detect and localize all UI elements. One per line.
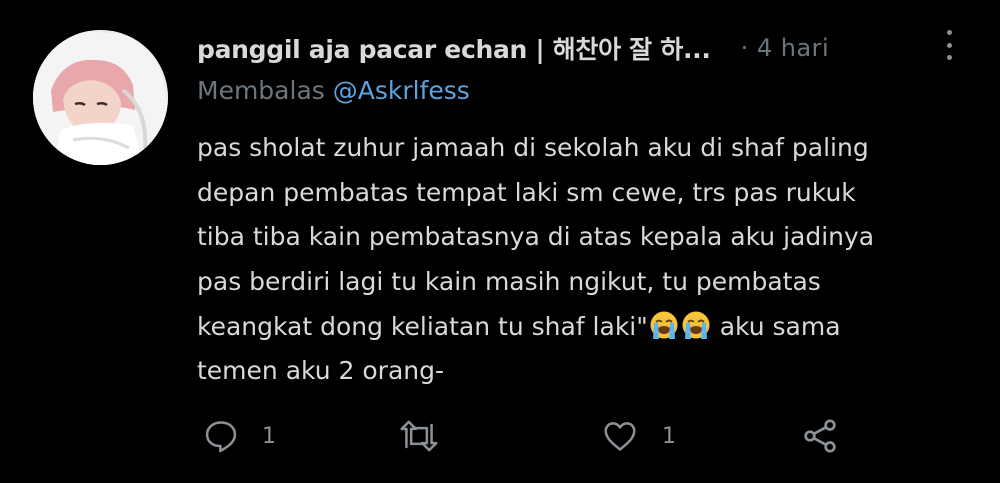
tweet-text: pas sholat zuhur jamaah di sekolah aku d… xyxy=(197,126,977,394)
retweet-button[interactable] xyxy=(397,414,463,458)
heart-icon xyxy=(604,422,636,451)
reply-context: Membalas @Askrlfess xyxy=(197,76,470,105)
text-line: tiba tiba kain pembatasnya di atas kepal… xyxy=(197,222,875,252)
timestamp[interactable]: · 4 hari xyxy=(741,34,830,62)
text-line: pas berdiri lagi tu kain masih ngikut, t… xyxy=(197,267,821,297)
share-button[interactable] xyxy=(800,414,840,458)
loudly-crying-face-emoji-icon xyxy=(650,311,678,339)
profile-photo-icon xyxy=(33,30,168,165)
more-dot xyxy=(946,30,952,35)
tweet[interactable]: panggil aja pacar echan | 해찬아 잘 하... · 4… xyxy=(0,0,1000,483)
avatar[interactable] xyxy=(33,30,168,165)
loudly-crying-face-emoji-icon xyxy=(682,311,710,339)
more-options-icon[interactable] xyxy=(939,28,959,62)
like-count: 1 xyxy=(662,423,676,449)
reply-button[interactable]: 1 xyxy=(202,414,276,458)
text-line: depan pembatas tempat laki sm cewe, trs … xyxy=(197,177,856,207)
tweet-header: panggil aja pacar echan | 해찬아 잘 하... · 4… xyxy=(197,26,977,70)
text-line: keangkat dong keliatan tu shaf laki" aku… xyxy=(197,305,977,350)
text-segment: keangkat dong keliatan tu shaf laki" xyxy=(197,311,648,341)
reply-prefix: Membalas xyxy=(197,76,325,105)
text-segment: aku sama xyxy=(711,311,841,341)
share-icon xyxy=(804,419,836,453)
retweet-icon xyxy=(400,420,438,452)
more-dot xyxy=(946,42,952,48)
more-dot xyxy=(946,55,952,60)
mention-link[interactable]: @Askrlfess xyxy=(333,76,470,105)
reply-count: 1 xyxy=(262,423,276,449)
tweet-actions: 1 1 xyxy=(0,414,1000,458)
like-button[interactable]: 1 xyxy=(600,414,676,458)
display-name[interactable]: panggil aja pacar echan | 해찬아 잘 하... xyxy=(197,30,711,66)
text-line: temen aku 2 orang- xyxy=(197,356,445,386)
text-line: pas sholat zuhur jamaah di sekolah aku d… xyxy=(197,133,869,162)
reply-icon xyxy=(205,421,237,453)
